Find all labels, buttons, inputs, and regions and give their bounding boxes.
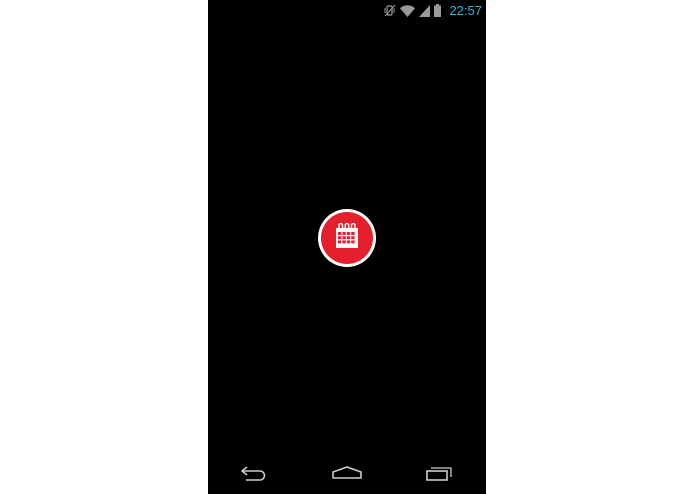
app-launch-button[interactable] [318,209,376,267]
status-clock: 22:57 [449,3,482,18]
vibrate-icon [384,4,396,17]
signal-icon [419,4,431,17]
status-bar: 22:57 [208,0,486,21]
wifi-icon [400,4,416,17]
home-icon [332,466,362,485]
calendar-icon [334,222,360,254]
recent-apps-icon [425,465,454,486]
recent-apps-button[interactable] [410,457,470,494]
battery-icon [434,4,442,17]
status-icons: 22:57 [384,2,482,19]
app-content [208,21,486,457]
phone-screen: 22:57 [208,0,486,494]
home-button[interactable] [317,457,377,494]
app-icon-background [321,212,373,264]
back-button[interactable] [224,457,284,494]
navigation-bar [208,457,486,494]
back-icon [240,465,268,486]
